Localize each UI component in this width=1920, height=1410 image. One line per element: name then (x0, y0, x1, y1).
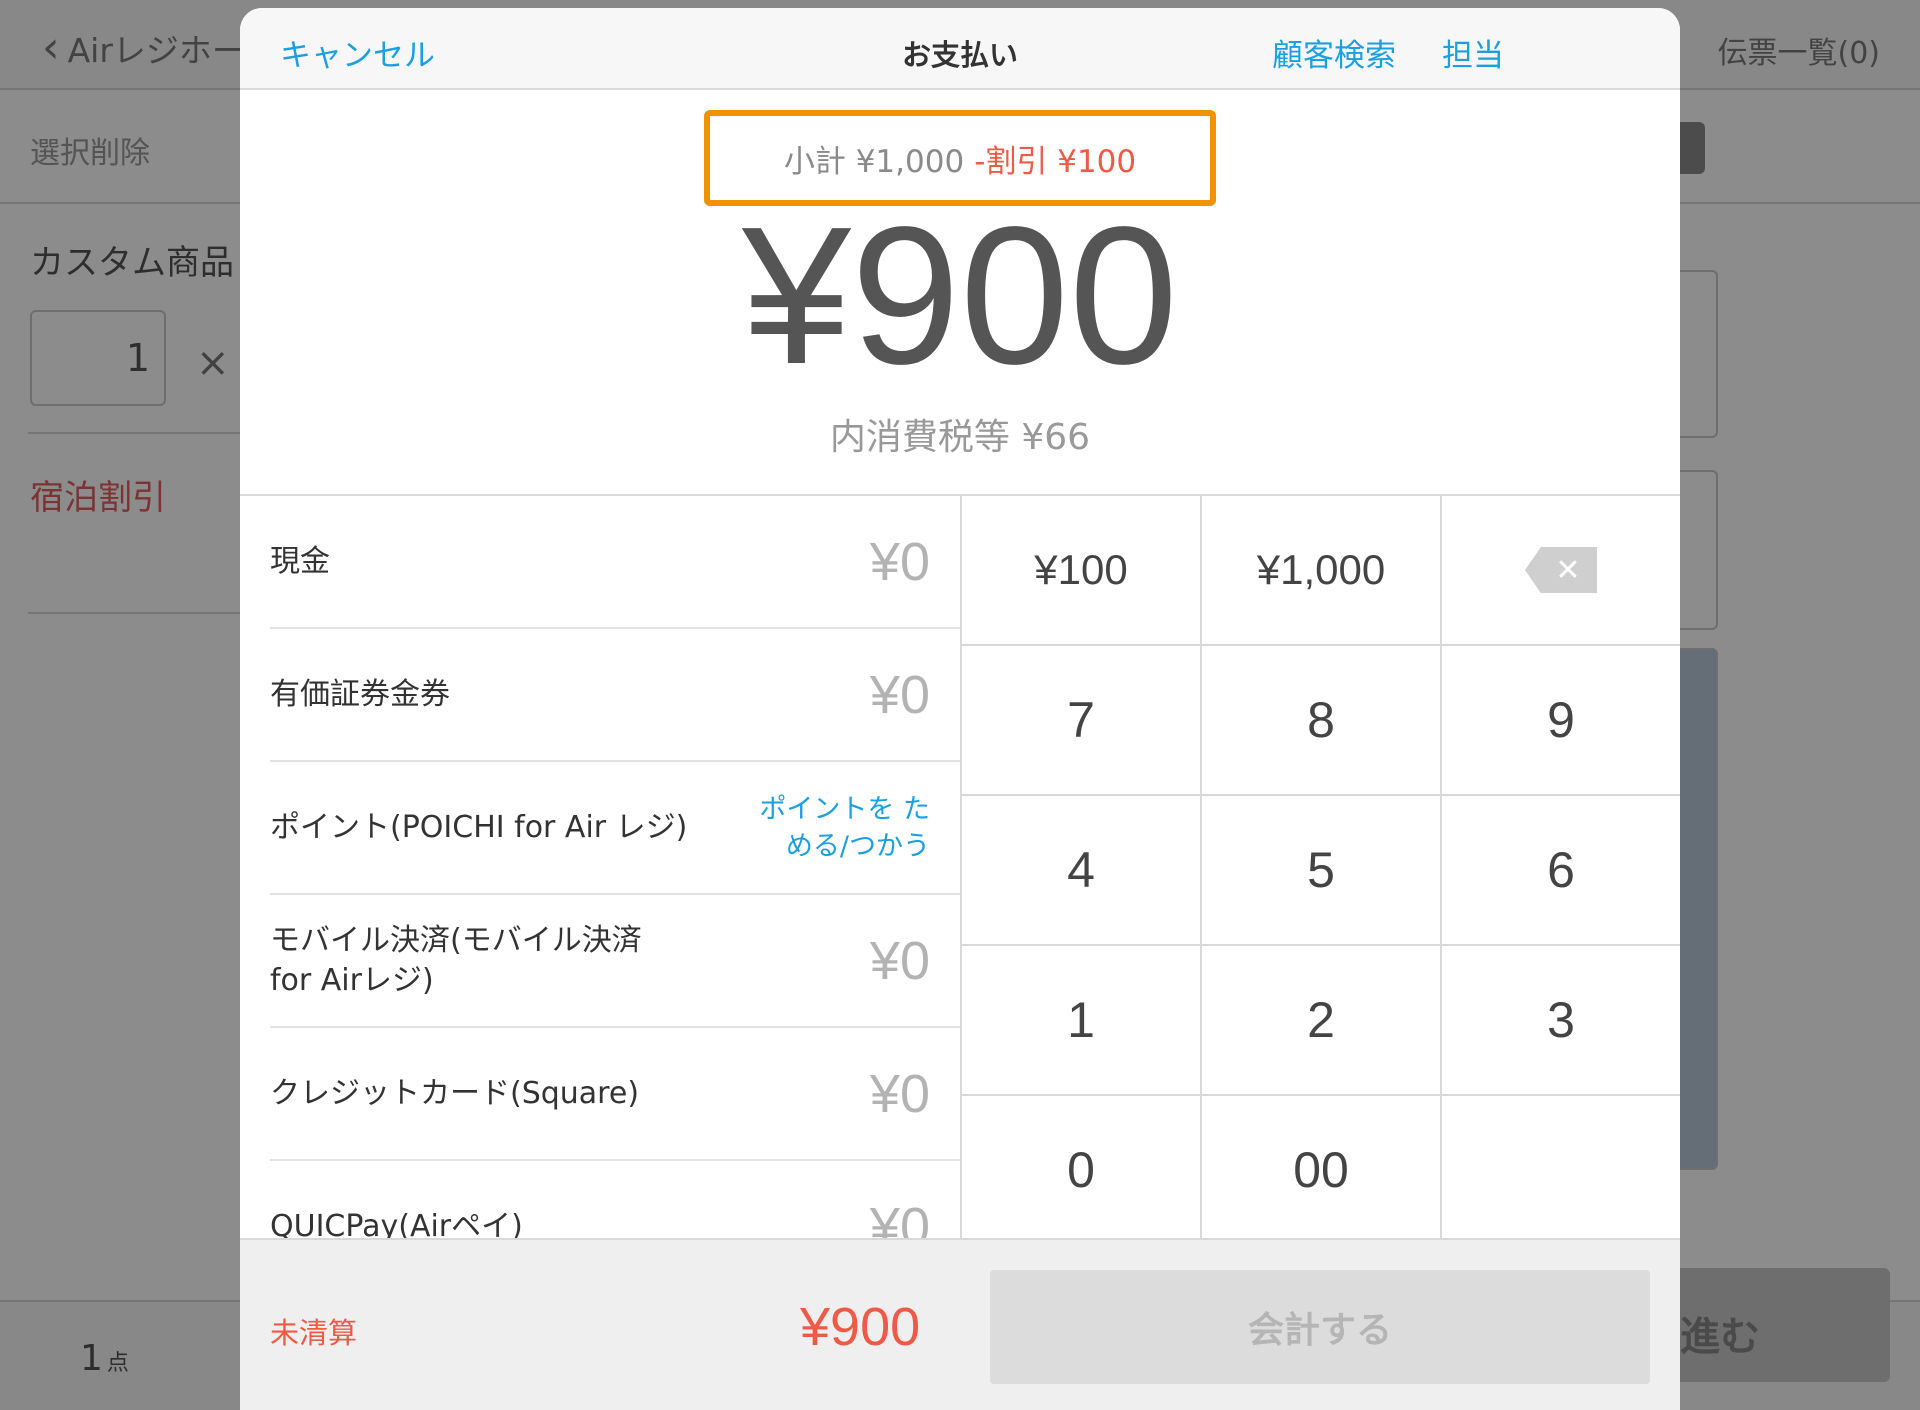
key-2[interactable]: 2 (1202, 946, 1442, 1096)
key-empty (1442, 1096, 1680, 1246)
key-100-yen[interactable]: ¥100 (962, 496, 1202, 646)
discount-value: ¥100 (1057, 143, 1137, 180)
total-amount: ¥900 (741, 186, 1179, 405)
unsettled-amount: ¥900 (800, 1297, 921, 1357)
payment-row-securities[interactable]: 有価証券金券 ¥0 (270, 629, 960, 762)
payment-label: 有価証券金券 (270, 676, 450, 712)
key-00[interactable]: 00 (1202, 1096, 1442, 1246)
payment-row-points[interactable]: ポイント(POICHI for Air レジ) ポイントを ためる/つかう (270, 762, 960, 895)
checkout-button[interactable]: 会計する (990, 1270, 1650, 1384)
payment-row-mobile[interactable]: モバイル決済(モバイル決済 for Airレジ) ¥0 (270, 895, 960, 1028)
tax-text: 内消費税等 ¥66 (829, 417, 1091, 458)
key-9[interactable]: 9 (1442, 646, 1680, 796)
payment-label: クレジットカード(Square) (270, 1075, 640, 1111)
modal-title: お支払い (901, 38, 1018, 72)
payment-modal: キャンセル お支払い 顧客検索 担当 小計 ¥1,000 -割引 ¥100 ¥9… (240, 8, 1680, 1410)
discount-label: -割引 (974, 143, 1048, 180)
modal-header: キャンセル お支払い 顧客検索 担当 (240, 8, 1680, 90)
modal-footer: 未清算 ¥900 会計する (240, 1238, 1680, 1410)
discount-text: -割引 ¥100 (974, 136, 1136, 181)
points-link[interactable]: ポイントを ためる/つかう (740, 791, 930, 865)
key-3[interactable]: 3 (1442, 946, 1680, 1096)
key-1000-yen[interactable]: ¥1,000 (1202, 496, 1442, 646)
key-4[interactable]: 4 (962, 796, 1202, 946)
subtotal-label: 小計 (783, 143, 846, 180)
payment-amount: ¥0 (869, 930, 930, 991)
payment-label: モバイル決済(モバイル決済 for Airレジ) (270, 922, 642, 998)
key-5[interactable]: 5 (1202, 796, 1442, 946)
payment-row-cash[interactable]: 現金 ¥0 (270, 496, 960, 629)
payment-amount: ¥0 (869, 1063, 930, 1124)
backspace-key[interactable]: ✕ (1442, 496, 1680, 646)
payment-amount: ¥0 (869, 531, 930, 592)
key-1[interactable]: 1 (962, 946, 1202, 1096)
cancel-button[interactable]: キャンセル (280, 30, 435, 75)
key-6[interactable]: 6 (1442, 796, 1680, 946)
payment-row-credit-card[interactable]: クレジットカード(Square) ¥0 (270, 1028, 960, 1161)
staff-button[interactable]: 担当 (1442, 30, 1504, 75)
customer-search-button[interactable]: 顧客検索 (1272, 30, 1396, 75)
subtotal-value: ¥1,000 (855, 143, 965, 180)
unsettled-label: 未清算 (270, 1316, 358, 1350)
payment-row-quicpay[interactable]: QUICPay(Airペイ) ¥0 (270, 1161, 960, 1247)
payment-label: 現金 (270, 543, 330, 579)
key-7[interactable]: 7 (962, 646, 1202, 796)
backspace-icon: ✕ (1525, 547, 1597, 593)
payment-method-list: 現金 ¥0 有価証券金券 ¥0 ポイント(POICHI for Air レジ) … (270, 496, 960, 1246)
key-8[interactable]: 8 (1202, 646, 1442, 796)
numeric-keypad: ¥100 ¥1,000 ✕ 7 8 9 4 5 6 1 2 3 0 00 (960, 496, 1680, 1246)
payment-label: ポイント(POICHI for Air レジ) (270, 809, 688, 845)
key-0[interactable]: 0 (962, 1096, 1202, 1246)
payment-amount: ¥0 (869, 664, 930, 725)
subtotal-text: 小計 ¥1,000 (784, 136, 964, 181)
